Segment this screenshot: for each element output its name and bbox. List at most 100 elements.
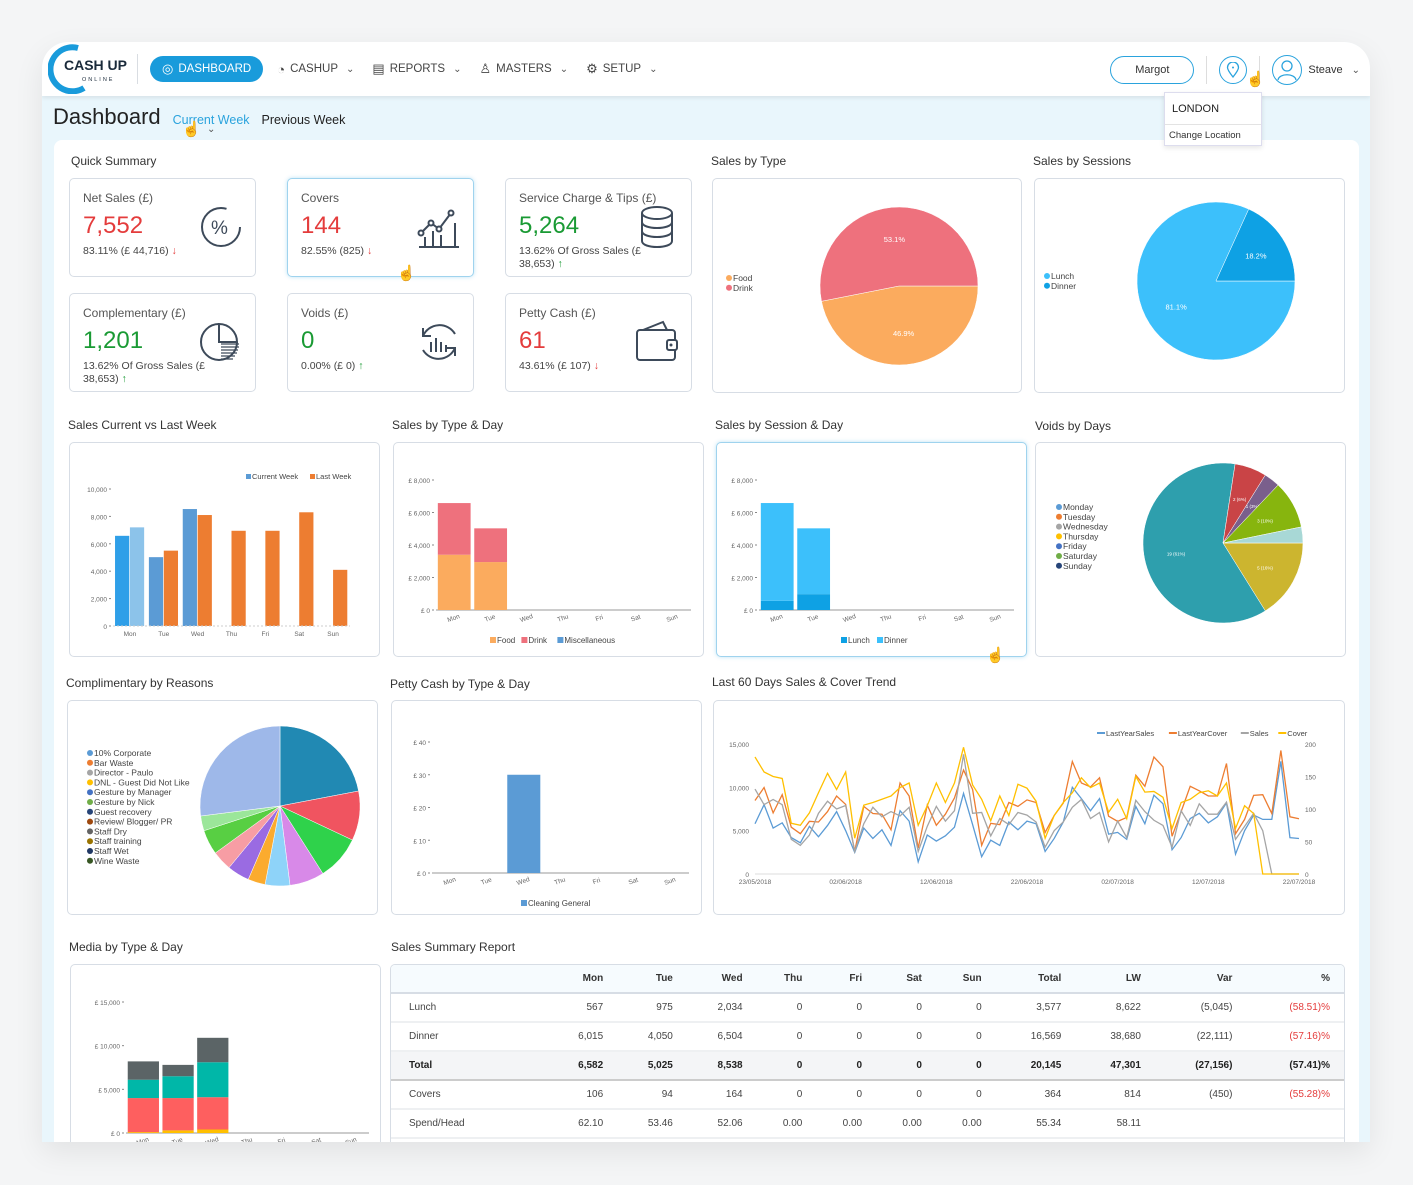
legend-label[interactable]: Wine Waste bbox=[94, 856, 140, 866]
location-button[interactable] bbox=[1219, 56, 1248, 84]
legend-label[interactable]: Gesture by Manager bbox=[94, 787, 172, 797]
nav-masters[interactable]: ♙ MASTERS ⌄ bbox=[475, 56, 572, 82]
legend-label[interactable]: Staff Wet bbox=[94, 846, 129, 856]
legend-label[interactable]: Thursday bbox=[1063, 531, 1099, 541]
pie-slice[interactable] bbox=[821, 285, 979, 366]
column-header[interactable]: Sun bbox=[935, 965, 996, 994]
bar[interactable] bbox=[182, 509, 197, 626]
bar[interactable] bbox=[760, 600, 794, 610]
legend-label[interactable]: Guest recovery bbox=[94, 807, 152, 817]
legend-label[interactable]: Gesture by Nick bbox=[94, 797, 155, 807]
column-header[interactable] bbox=[391, 965, 548, 994]
bar[interactable] bbox=[474, 528, 508, 563]
legend-label[interactable]: Dinner bbox=[884, 636, 908, 645]
bar[interactable] bbox=[299, 512, 314, 626]
legend-label[interactable]: Review/ Blogger/ PR bbox=[94, 817, 172, 827]
legend-label[interactable]: Last Week bbox=[316, 472, 352, 481]
column-header[interactable]: % bbox=[1246, 965, 1344, 994]
bar[interactable] bbox=[437, 554, 471, 610]
legend-label[interactable]: Monday bbox=[1063, 502, 1094, 512]
legend-label[interactable]: Tuesday bbox=[1063, 512, 1096, 522]
column-header[interactable]: LW bbox=[1075, 965, 1155, 994]
nav-setup[interactable]: ⚙ SETUP ⌄ bbox=[582, 56, 661, 82]
bar[interactable] bbox=[197, 1062, 229, 1098]
legend-label[interactable]: LastYearCover bbox=[1178, 729, 1228, 738]
legend-label[interactable]: DNL - Guest Did Not Like bbox=[94, 777, 190, 787]
column-header[interactable]: Var bbox=[1154, 965, 1247, 994]
nav-cashup[interactable]: ◔ CASHUP ⌄ bbox=[273, 56, 358, 82]
column-header[interactable]: Sat bbox=[876, 965, 936, 994]
bar[interactable] bbox=[507, 774, 541, 873]
bar[interactable] bbox=[115, 535, 130, 626]
tab-previous-week[interactable]: Previous Week bbox=[262, 113, 346, 127]
legend-label[interactable]: Dinner bbox=[1051, 281, 1076, 291]
site-selector-button[interactable]: Margot bbox=[1110, 56, 1195, 84]
legend-label[interactable]: Cover bbox=[1287, 729, 1308, 738]
bar[interactable] bbox=[129, 527, 145, 626]
bar[interactable] bbox=[127, 1061, 159, 1080]
legend-label[interactable]: Sales bbox=[1250, 729, 1269, 738]
legend-label[interactable]: Current Week bbox=[252, 472, 298, 481]
kpi-card[interactable]: Voids (£) 0 0.00% (£ 0) ↑ bbox=[287, 293, 474, 392]
bar[interactable] bbox=[197, 1129, 229, 1133]
kpi-card[interactable]: Covers 144 82.55% (825) ↓ bbox=[287, 178, 474, 277]
bar[interactable] bbox=[797, 528, 831, 595]
legend-label[interactable]: Food bbox=[497, 636, 515, 645]
legend-label[interactable]: Bar Waste bbox=[94, 758, 134, 768]
legend-label[interactable]: Staff training bbox=[94, 836, 142, 846]
bar[interactable] bbox=[162, 1064, 194, 1077]
pie-slice[interactable] bbox=[199, 725, 281, 817]
legend-label[interactable]: Staff Dry bbox=[94, 826, 128, 836]
bar[interactable] bbox=[163, 550, 179, 626]
column-header[interactable]: Wed bbox=[686, 965, 757, 994]
change-location-link[interactable]: Change Location bbox=[1165, 125, 1261, 145]
bar[interactable] bbox=[474, 562, 508, 610]
series-line-lastyearcover[interactable] bbox=[754, 750, 1300, 852]
column-header[interactable]: Tue bbox=[617, 965, 687, 994]
nav-reports[interactable]: ▤ REPORTS ⌄ bbox=[368, 56, 465, 82]
bar[interactable] bbox=[333, 569, 348, 626]
chevron-down-icon[interactable]: ⌄ bbox=[207, 124, 215, 135]
legend-label[interactable]: Miscellaneous bbox=[564, 636, 615, 645]
bar[interactable] bbox=[127, 1098, 159, 1133]
bar[interactable] bbox=[231, 530, 246, 626]
column-header[interactable]: Thu bbox=[756, 965, 817, 994]
legend-label[interactable]: Sunday bbox=[1063, 561, 1093, 571]
bar[interactable] bbox=[127, 1079, 159, 1099]
series-line-lastyearsales[interactable] bbox=[754, 761, 1300, 865]
legend-label[interactable]: Cleaning General bbox=[528, 899, 590, 908]
bar[interactable] bbox=[265, 530, 280, 626]
legend-label[interactable]: Saturday bbox=[1063, 551, 1098, 561]
bar[interactable] bbox=[162, 1098, 194, 1131]
nav-dashboard[interactable]: ◎ DASHBOARD bbox=[150, 56, 264, 82]
kpi-card[interactable]: Service Charge & Tips (£) 5,264 13.62% O… bbox=[505, 178, 692, 277]
kpi-card[interactable]: Net Sales (£) 7,552 83.11% (£ 44,716) ↓ … bbox=[69, 178, 256, 277]
legend-label[interactable]: Wednesday bbox=[1063, 522, 1108, 532]
bar[interactable] bbox=[197, 1097, 229, 1130]
legend-label[interactable]: Food bbox=[733, 273, 753, 283]
series-line-sales[interactable] bbox=[754, 754, 1299, 875]
legend-label[interactable]: Friday bbox=[1063, 541, 1087, 551]
kpi-card[interactable]: Petty Cash (£) 61 43.61% (£ 107) ↓ bbox=[505, 293, 692, 392]
column-header[interactable]: Fri bbox=[816, 965, 877, 994]
bar[interactable] bbox=[162, 1130, 194, 1133]
bar[interactable] bbox=[760, 503, 794, 601]
user-menu[interactable]: Steave ⌄ bbox=[1272, 55, 1360, 85]
bar[interactable] bbox=[127, 1132, 159, 1133]
bar[interactable] bbox=[197, 515, 212, 626]
column-header[interactable]: Mon bbox=[547, 965, 618, 994]
bar[interactable] bbox=[437, 503, 471, 555]
cashup-logo[interactable]: CASH UP ONLINE bbox=[47, 44, 128, 95]
bar[interactable] bbox=[197, 1037, 229, 1063]
legend-label[interactable]: Director - Paulo bbox=[94, 768, 153, 778]
bar[interactable] bbox=[148, 557, 164, 626]
kpi-card[interactable]: Complementary (£) 1,201 13.62% Of Gross … bbox=[69, 293, 256, 392]
legend-label[interactable]: Drink bbox=[733, 283, 754, 293]
legend-label[interactable]: 10% Corporate bbox=[94, 748, 151, 758]
bar[interactable] bbox=[797, 594, 831, 610]
legend-label[interactable]: LastYearSales bbox=[1106, 729, 1154, 738]
bar[interactable] bbox=[162, 1076, 194, 1099]
legend-label[interactable]: Lunch bbox=[1051, 271, 1074, 281]
legend-label[interactable]: Drink bbox=[528, 636, 548, 645]
column-header[interactable]: Total bbox=[995, 965, 1076, 994]
